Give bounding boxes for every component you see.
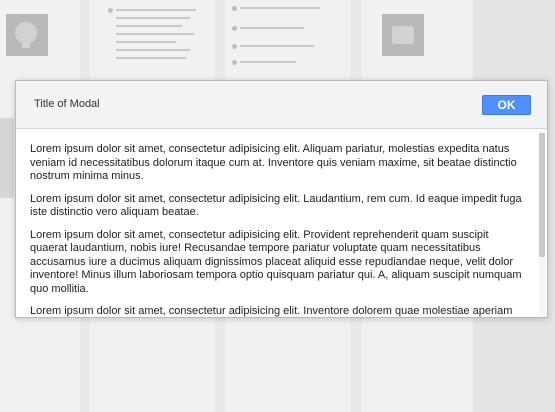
modal-paragraph: Lorem ipsum dolor sit amet, consectetur … [30, 192, 522, 219]
background-bullet [232, 6, 237, 11]
modal-paragraph: Lorem ipsum dolor sit amet, consectetur … [30, 143, 517, 182]
background-text-line [116, 17, 190, 19]
background-tile [382, 14, 424, 56]
background-text-line [240, 27, 304, 29]
modal-content: Lorem ipsum dolor sit amet, consectetur … [30, 143, 526, 317]
background-bullet [232, 60, 237, 65]
background-text-line [240, 45, 314, 47]
ok-button[interactable]: OK [482, 95, 531, 115]
modal-dialog: Title of Modal OK Lorem ipsum dolor sit … [15, 80, 548, 318]
modal-paragraph: Lorem ipsum dolor sit amet, consectetur … [30, 228, 522, 295]
background-strip [0, 118, 14, 198]
background-text-line [116, 9, 196, 11]
background-text-line [116, 49, 190, 51]
background-text-line [116, 25, 182, 27]
background-text-line [240, 7, 320, 9]
map-pin-icon [15, 22, 37, 48]
background-bullet [108, 8, 113, 13]
modal-header: Title of Modal OK [16, 81, 547, 129]
background-text-line [240, 61, 296, 63]
background-text-line [116, 41, 176, 43]
background-text-line [116, 33, 194, 35]
chat-bubble-icon [392, 26, 414, 44]
background-bullet [232, 44, 237, 49]
background-bullet [232, 26, 237, 31]
background-text-line [116, 57, 186, 59]
background-tile [6, 14, 48, 56]
modal-paragraph: Lorem ipsum dolor sit amet, consectetur … [30, 305, 513, 317]
scrollbar-thumb[interactable] [539, 133, 545, 257]
modal-body[interactable]: Lorem ipsum dolor sit amet, consectetur … [16, 129, 547, 317]
modal-title: Title of Modal [34, 98, 100, 110]
